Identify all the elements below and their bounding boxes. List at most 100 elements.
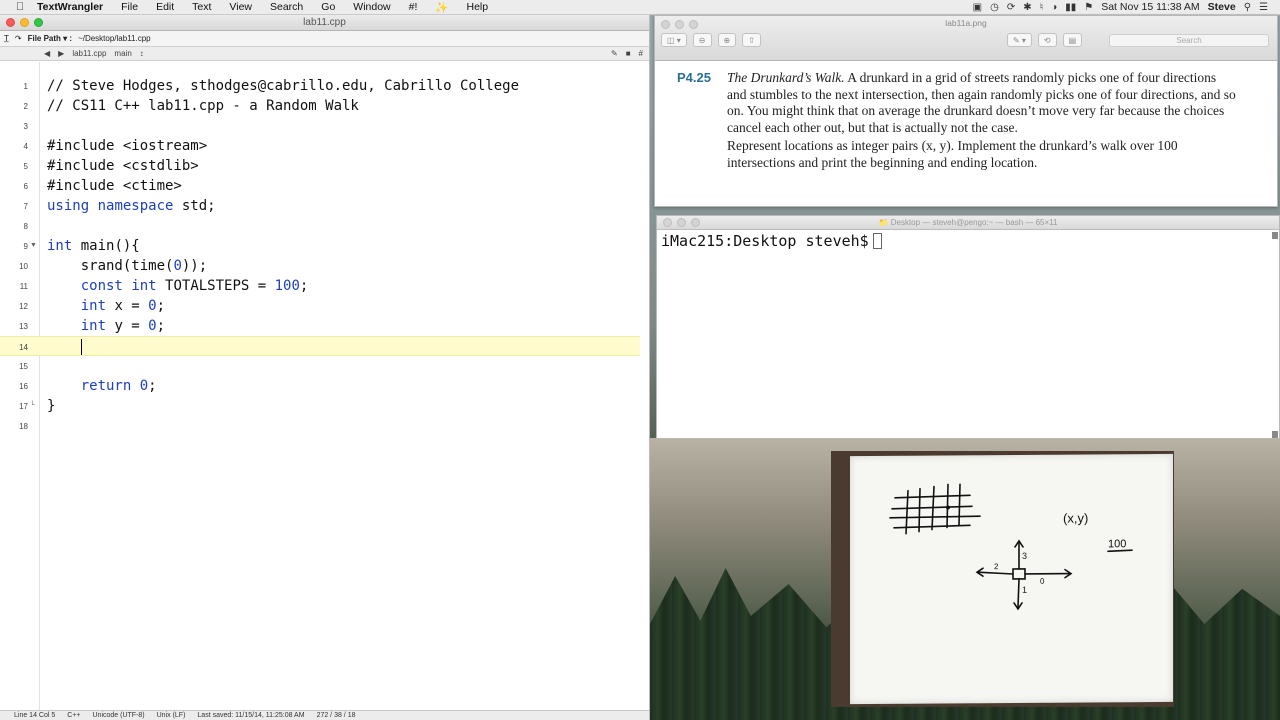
- file-path-menu[interactable]: File Path ▾ :: [28, 34, 72, 43]
- app-menu[interactable]: TextWrangler: [28, 1, 112, 13]
- underline-100: [1107, 549, 1133, 553]
- zoom-in-icon[interactable]: ⊕: [717, 33, 737, 47]
- arrow-down: [1017, 578, 1020, 608]
- viewer-search-placeholder: Search: [1176, 35, 1202, 45]
- code-line[interactable]: 16 return 0;: [0, 376, 640, 396]
- zoom-window-button[interactable]: [34, 18, 43, 27]
- encoding-popup[interactable]: Unicode (UTF-8): [93, 712, 145, 719]
- close-window-button[interactable]: [6, 18, 15, 27]
- code-line[interactable]: 4 #include <iostream>: [0, 136, 640, 156]
- direction-label-down: 1: [1022, 585, 1027, 595]
- terminal-zoom-button[interactable]: [691, 218, 700, 227]
- code-line[interactable]: 12 int x = 0;: [0, 296, 640, 316]
- terminal-window-title: Desktop — steveh@pengo:~ — bash — 65×11: [890, 218, 1058, 227]
- terminal-minimize-button[interactable]: [677, 218, 686, 227]
- text-options-icon[interactable]: T̲: [4, 34, 9, 43]
- back-icon[interactable]: ◀: [44, 49, 50, 58]
- line-number: 3: [23, 122, 28, 131]
- fold-toggle-icon[interactable]: ▼: [30, 236, 37, 256]
- viewer-titlebar[interactable]: lab11a.png ◫ ▾ ⊖ ⊕ ⇧ ✎ ▾ ⟲ ▤ Search: [655, 16, 1277, 61]
- volume-icon[interactable]: ♮: [1040, 2, 1044, 13]
- scroll-up-arrow-icon[interactable]: [1272, 232, 1278, 239]
- menu-go[interactable]: Go: [312, 1, 344, 13]
- viewer-search-field[interactable]: Search: [1109, 33, 1269, 47]
- camera-icon[interactable]: ▣: [973, 2, 982, 13]
- line-number: 9: [23, 242, 28, 251]
- file-path-value: ~/Desktop/lab11.cpp: [78, 34, 151, 43]
- code-line[interactable]: 6 #include <ctime>: [0, 176, 640, 196]
- code-line[interactable]: 2 // CS11 C++ lab11.cpp - a Random Walk: [0, 96, 640, 116]
- code-line[interactable]: 1 // Steve Hodges, sthodges@cabrillo.edu,…: [0, 76, 640, 96]
- code-line[interactable]: 18: [0, 416, 640, 436]
- notification-center-icon[interactable]: ☰: [1259, 2, 1268, 13]
- code-line[interactable]: 14: [0, 336, 640, 356]
- terminal-close-button[interactable]: [663, 218, 672, 227]
- code-line[interactable]: 15: [0, 356, 640, 376]
- code-line[interactable]: 10 srand(time(0));: [0, 256, 640, 276]
- apple-menu-icon[interactable]: : [12, 1, 28, 13]
- flag-icon[interactable]: ⚑: [1084, 2, 1093, 13]
- function-popup[interactable]: main: [114, 49, 131, 58]
- whiteboard-drawing: (x,y) 100 3 2 1 0: [889, 483, 1133, 611]
- language-popup[interactable]: C++: [67, 712, 80, 719]
- sync-icon[interactable]: ⟳: [1007, 2, 1015, 13]
- zoom-out-icon[interactable]: ⊖: [692, 33, 712, 47]
- wifi-icon[interactable]: ◑: [1051, 2, 1057, 13]
- battery-icon[interactable]: ▮▮: [1065, 2, 1076, 13]
- editor-titlebar[interactable]: lab11.cpp: [0, 15, 649, 31]
- grid-line-v5: [958, 483, 961, 527]
- code-editor[interactable]: 1 // Steve Hodges, sthodges@cabrillo.edu,…: [0, 62, 649, 710]
- line-endings-popup[interactable]: Unix (LF): [157, 712, 186, 719]
- edit-pencil-icon[interactable]: ✎: [611, 49, 618, 58]
- drunkard-position-dot: [946, 505, 950, 510]
- code-line[interactable]: 8: [0, 216, 640, 236]
- code-text: }: [47, 398, 56, 414]
- code-line[interactable]: 7 using namespace std;: [0, 196, 640, 216]
- code-line[interactable]: 3: [0, 116, 640, 136]
- menu-shebang[interactable]: #!: [400, 1, 427, 13]
- sidebar-toggle-icon[interactable]: ◫ ▾: [661, 33, 687, 47]
- terminal-output[interactable]: iMac215:Desktop steveh$: [657, 230, 1279, 252]
- script-menu-icon[interactable]: ✨: [426, 1, 457, 14]
- menu-file[interactable]: File: [112, 1, 147, 13]
- bluetooth-icon[interactable]: ✱: [1023, 2, 1031, 13]
- user-menu[interactable]: Steve: [1208, 1, 1236, 13]
- function-popup-chevron-icon[interactable]: ↕: [140, 49, 144, 58]
- rotate-icon[interactable]: ⟲: [1037, 33, 1057, 47]
- whiteboard: (x,y) 100 3 2 1 0: [850, 453, 1173, 705]
- code-text: int main(){: [47, 238, 140, 254]
- spotlight-search-icon[interactable]: ⚲: [1244, 2, 1251, 13]
- menu-clock[interactable]: Sat Nov 15 11:38 AM: [1101, 1, 1199, 13]
- code-text: int y = 0;: [80, 318, 166, 334]
- code-line[interactable]: 17 └}: [0, 396, 640, 416]
- code-line[interactable]: 11 const int TOTALSTEPS = 100;: [0, 276, 640, 296]
- menu-help[interactable]: Help: [458, 1, 498, 13]
- cursor-position[interactable]: Line 14 Col 5: [14, 712, 55, 719]
- scroll-down-arrow-icon[interactable]: [1272, 431, 1278, 438]
- terminal-titlebar[interactable]: 📁 Desktop — steveh@pengo:~ — bash — 65×1…: [657, 216, 1279, 230]
- terminal-scrollbar[interactable]: [1272, 230, 1278, 438]
- minimize-window-button[interactable]: [20, 18, 29, 27]
- menu-edit[interactable]: Edit: [147, 1, 183, 13]
- markup-pen-icon[interactable]: ✎ ▾: [1006, 33, 1032, 47]
- code-line[interactable]: 9 ▼ int main(){: [0, 236, 640, 256]
- menu-window[interactable]: Window: [344, 1, 399, 13]
- forward-icon[interactable]: ▶: [58, 49, 64, 58]
- menu-view[interactable]: View: [220, 1, 261, 13]
- menu-text[interactable]: Text: [183, 1, 220, 13]
- origin-square: [1012, 568, 1026, 580]
- file-popup[interactable]: lab11.cpp: [72, 49, 106, 58]
- fold-toggle-icon[interactable]: └: [30, 396, 35, 416]
- line-number: 12: [19, 302, 28, 311]
- code-line[interactable]: 13 int y = 0;: [0, 316, 640, 336]
- document-info-icon[interactable]: ↷: [15, 34, 22, 43]
- code-line[interactable]: 5 #include <cstdlib>: [0, 156, 640, 176]
- counterpart-icon[interactable]: #: [639, 49, 643, 58]
- time-machine-icon[interactable]: ◷: [990, 2, 999, 13]
- menu-search[interactable]: Search: [261, 1, 312, 13]
- line-number: 17: [19, 402, 28, 411]
- share-icon[interactable]: ⇧: [742, 33, 761, 47]
- bookmark-icon[interactable]: ■: [626, 49, 631, 58]
- toolbox-icon[interactable]: ▤: [1062, 33, 1083, 47]
